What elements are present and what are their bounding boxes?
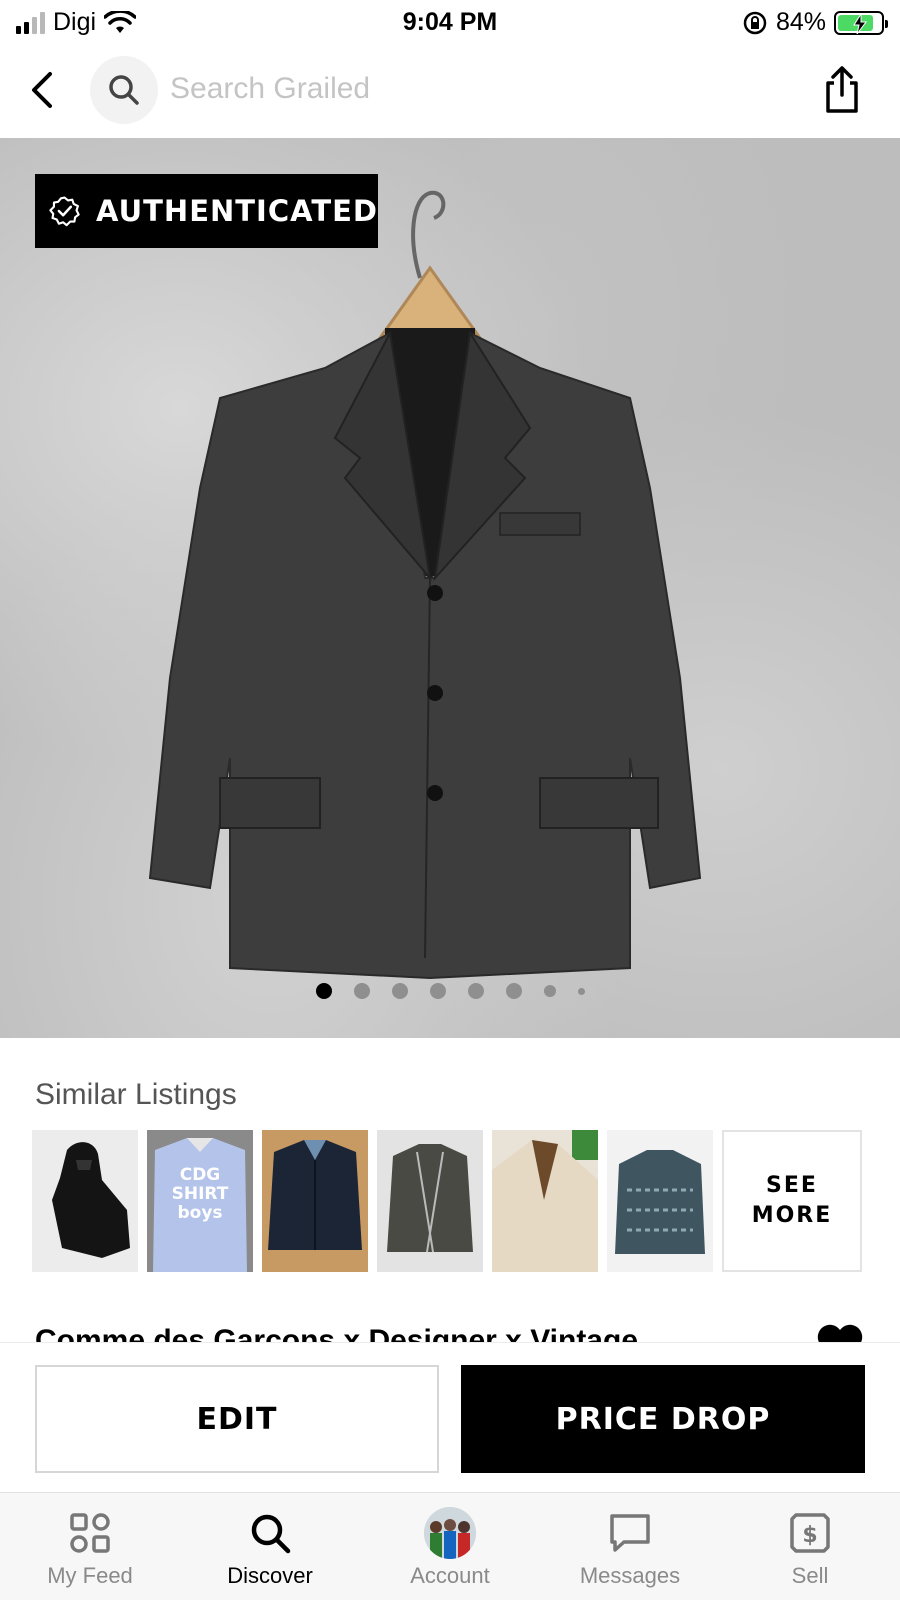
badge-label: AUTHENTICATED (96, 194, 378, 228)
price-drop-button[interactable]: PRICE DROP (461, 1365, 865, 1473)
pager-dot[interactable] (543, 985, 556, 997)
similar-listing-thumb[interactable] (262, 1130, 368, 1272)
pager-dot[interactable] (353, 983, 370, 999)
similar-listings-title: Similar Listings (35, 1078, 237, 1111)
tab-messages[interactable]: Messages (540, 1493, 720, 1600)
verified-check-icon (49, 196, 80, 227)
pager-dot[interactable] (577, 987, 585, 995)
see-more-label: SEE MORE (751, 1173, 833, 1228)
share-button[interactable] (818, 62, 866, 118)
tab-label: My Feed (47, 1563, 133, 1588)
tab-label: Account (410, 1563, 490, 1588)
blazer-image (148, 190, 702, 980)
authenticated-badge: AUTHENTICATED (35, 174, 378, 248)
image-pager-dots[interactable] (0, 983, 900, 999)
feed-grid-icon (70, 1513, 110, 1553)
tab-label: Sell (791, 1563, 829, 1588)
search-icon (251, 1514, 291, 1554)
thumb-print-text: CDG SHIRT boys (171, 1165, 229, 1223)
top-header: Search Grailed (0, 52, 900, 136)
svg-text:$: $ (802, 1523, 817, 1548)
tab-label: Messages (579, 1563, 681, 1588)
product-photo[interactable]: AUTHENTICATED (0, 138, 900, 1038)
back-arrow-icon (32, 72, 52, 108)
see-more-button[interactable]: SEE MORE (722, 1130, 862, 1272)
orientation-lock-icon (743, 11, 767, 34)
pager-dot[interactable] (467, 983, 484, 999)
tab-bar: My Feed Discover Account Messages $ Sell (0, 1492, 900, 1600)
tab-account[interactable]: Account (360, 1493, 540, 1600)
edit-button[interactable]: EDIT (35, 1365, 439, 1473)
action-bar: EDIT PRICE DROP (0, 1342, 900, 1492)
similar-listing-thumb[interactable]: CDG SHIRT boys (147, 1130, 253, 1272)
pager-dot[interactable] (429, 983, 446, 999)
sell-dollar-icon: $ (790, 1513, 830, 1553)
chat-bubble-icon (610, 1514, 650, 1552)
pager-dot[interactable] (391, 983, 408, 999)
avatar-icon (424, 1507, 476, 1559)
pager-dot[interactable] (505, 983, 522, 999)
favorite-button[interactable] (816, 1322, 864, 1342)
status-bar: Digi 9:04 PM 84% (0, 0, 900, 48)
tab-my-feed[interactable]: My Feed (0, 1493, 180, 1600)
battery-percent: 84% (775, 8, 826, 36)
similar-listings-row: CDG SHIRT boys SEE MORE (32, 1130, 862, 1272)
tab-label: Discover (227, 1563, 313, 1588)
tab-discover[interactable]: Discover (180, 1493, 360, 1600)
tab-sell[interactable]: $ Sell (720, 1493, 900, 1600)
search-button[interactable] (90, 56, 158, 124)
similar-listing-thumb[interactable] (32, 1130, 138, 1272)
heart-icon (817, 1324, 863, 1342)
similar-listing-thumb[interactable] (377, 1130, 483, 1272)
similar-listing-thumb[interactable] (492, 1130, 598, 1272)
status-right: 84% (742, 8, 888, 37)
back-button[interactable] (18, 66, 66, 114)
search-icon (109, 75, 139, 105)
similar-listing-thumb[interactable] (607, 1130, 713, 1272)
search-input[interactable]: Search Grailed (170, 72, 370, 106)
battery-charging-icon (834, 10, 888, 35)
share-icon (826, 66, 858, 113)
pager-dot[interactable] (315, 983, 332, 999)
listing-title: Comme des Garcons x Designer x Vintage (35, 1324, 639, 1342)
